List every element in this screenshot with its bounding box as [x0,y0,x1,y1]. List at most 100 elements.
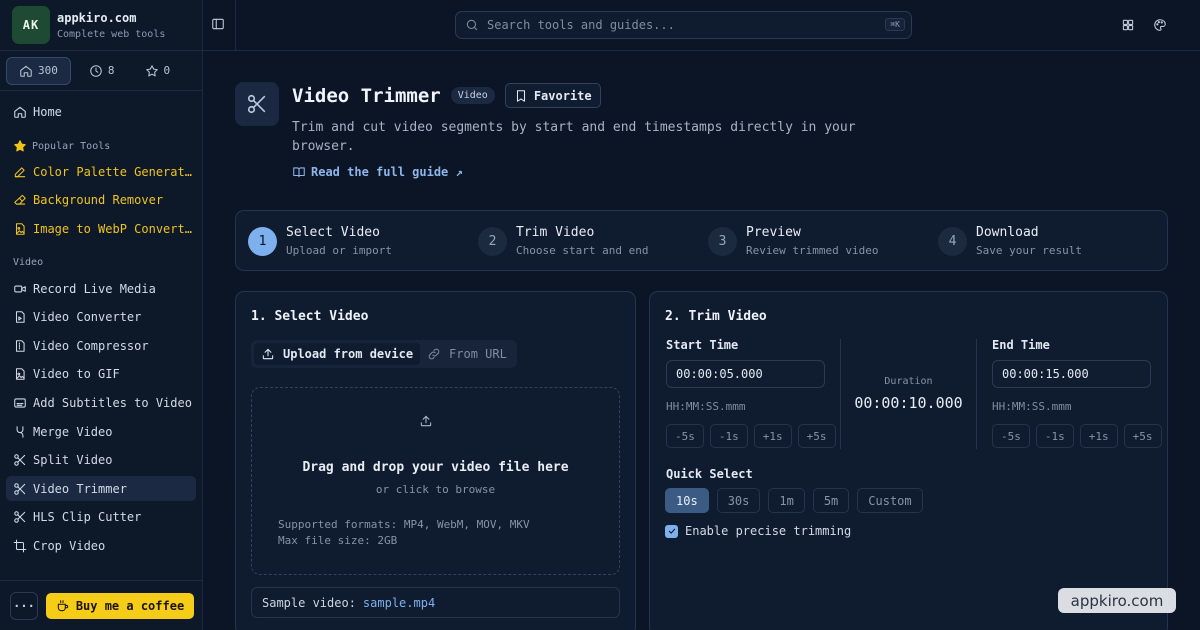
end-nudge-plus-1s[interactable]: +1s [1079,424,1118,448]
start-nudge-plus-1s[interactable]: +1s [753,424,792,448]
quick-select-1m[interactable]: 1m [768,488,805,513]
sidebar-item-add-subtitles-to-video[interactable]: Add Subtitles to Video [6,391,196,416]
file-video-icon [13,310,27,324]
sidebar-footer: ··· Buy me a coffee [0,580,203,630]
quick-select-10s[interactable]: 10s [665,488,709,513]
end-nudge-plus-5s[interactable]: +5s [1123,424,1162,448]
favorite-button[interactable]: Favorite [504,83,601,108]
brand[interactable]: AK appkiro.com Complete web tools [0,0,202,51]
link-icon [427,347,441,361]
step-subtitle: Choose start and end [516,244,649,257]
sidebar-item-label: Add Subtitles to Video [33,396,192,411]
start-nudge-minus-5s[interactable]: -5s [666,424,704,448]
divider [976,339,977,449]
guide-link[interactable]: Read the full guide ↗ [292,165,463,179]
stat-recent-count: 8 [107,64,115,77]
end-nudge-minus-1s[interactable]: -1s [1035,424,1074,448]
title-row: Video Trimmer Video Favorite [292,83,601,108]
sidebar-item-label: Image to WebP Convert… [33,221,192,236]
sidebar-item-label: HLS Clip Cutter [33,510,142,525]
precise-trimming-option[interactable]: Enable precise trimming [665,524,851,538]
buy-coffee-label: Buy me a coffee [75,598,185,613]
step-title: Select Video [286,225,380,240]
step-3[interactable]: 3 Preview Review trimmed video [708,225,878,257]
start-time-input[interactable] [666,360,825,388]
tool-description: Trim and cut video segments by start and… [292,120,856,154]
palette-icon[interactable] [1153,18,1167,32]
stat-tools-count: 300 [38,64,58,77]
sidebar-item-video-to-gif[interactable]: Video to GIF [6,362,196,387]
dropzone-info: Supported formats: MP4, WebM, MOV, MKV M… [278,517,530,549]
search-input[interactable] [487,18,867,32]
max-file-size: Max file size: 2GB [278,534,398,547]
stats-bar: 300 8 0 [0,51,202,91]
search-shortcut-badge: ⌘K [885,18,905,31]
step-4[interactable]: 4 Download Save your result [938,225,1082,257]
tab-from-url[interactable]: From URL [420,343,514,365]
step-2[interactable]: 2 Trim Video Choose start and end [478,225,648,257]
sidebar-item-home[interactable]: Home [6,99,196,124]
quick-select-5m[interactable]: 5m [812,488,850,513]
grid-icon[interactable] [1121,18,1135,32]
video-camera-icon [13,282,27,296]
sidebar-item-merge-video[interactable]: Merge Video [6,419,196,444]
scissors-icon [13,482,27,496]
sidebar-nav: Home Popular Tools Color Palette Generat… [0,91,202,559]
end-nudge-group: -5s -1s +1s +5s [992,424,1162,448]
stat-favorites-button[interactable]: 0 [133,57,183,85]
sidebar-item-label: Video Trimmer [33,481,127,496]
duration-label: Duration [884,376,933,387]
start-nudge-plus-5s[interactable]: +5s [797,424,836,448]
duration-value: 00:00:10.000 [854,394,963,412]
sidebar-item-crop-video[interactable]: Crop Video [6,534,196,559]
step-subtitle: Save your result [976,244,1082,257]
quick-select-group: 10s 30s 1m 5m Custom [665,488,923,513]
subtitles-icon [13,396,27,410]
sidebar-item-video-trimmer[interactable]: Video Trimmer [6,476,196,502]
file-compress-icon [13,339,27,353]
sidebar-item-hls-clip-cutter[interactable]: HLS Clip Cutter [6,505,196,530]
sample-video-link[interactable]: sample.mp4 [363,596,435,610]
guide-label: Read the full guide ↗ [311,165,463,179]
sidebar-item-color-palette[interactable]: Color Palette Generat… [6,159,196,184]
end-nudge-minus-5s[interactable]: -5s [992,424,1030,448]
video-tools-list: Record Live Media Video Converter Video Co… [6,276,196,558]
start-nudge-minus-1s[interactable]: -1s [709,424,748,448]
sidebar-item-video-compressor[interactable]: Video Compressor [6,333,196,358]
sidebar-item-split-video[interactable]: Split Video [6,448,196,473]
precise-trimming-checkbox[interactable] [665,524,678,538]
quick-select-custom[interactable]: Custom [857,488,923,513]
quick-select-label: Quick Select [666,467,753,481]
favorite-label: Favorite [533,88,592,103]
search-box[interactable]: ⌘K [455,11,912,39]
buy-coffee-button[interactable]: Buy me a coffee [46,592,194,619]
sidebar-item-record-live-media[interactable]: Record Live Media [6,276,196,301]
tab-upload-device[interactable]: Upload from device [254,343,421,365]
sidebar-item-label: Background Remover [33,193,164,208]
quick-select-30s[interactable]: 30s [716,488,761,513]
image-file-icon [13,222,27,236]
brand-tagline: Complete web tools [57,28,166,40]
end-time-input[interactable] [992,360,1151,388]
stat-tools-button[interactable]: 300 [6,56,71,85]
sidebar-item-label: Merge Video [33,424,113,439]
stat-recent-button[interactable]: 8 [77,57,127,85]
tab-label: From URL [449,347,507,361]
more-button[interactable]: ··· [10,591,38,620]
section-label: Popular Tools [32,140,111,152]
sidebar-item-background-remover[interactable]: Background Remover [6,188,196,213]
source-tabs: Upload from device From URL [251,340,517,368]
step-1[interactable]: 1 Select Video Upload or import [248,225,392,257]
step-number: 1 [248,227,277,256]
card-title: 2. Trim Video [665,309,767,324]
card-title: 1. Select Video [251,309,369,324]
sidebar-item-image-to-webp[interactable]: Image to WebP Convert… [6,216,196,241]
sidebar-toggle-icon[interactable] [211,17,225,31]
sidebar-item-video-converter[interactable]: Video Converter [6,305,196,330]
file-dropzone[interactable]: Drag and drop your video file here or cl… [251,387,620,575]
precise-trimming-label: Enable precise trimming [685,524,852,538]
sample-label: Sample video: [262,595,356,610]
page-title: Video Trimmer [292,84,441,107]
category-badge[interactable]: Video [450,87,495,104]
sidebar-item-label: Split Video [33,453,113,468]
